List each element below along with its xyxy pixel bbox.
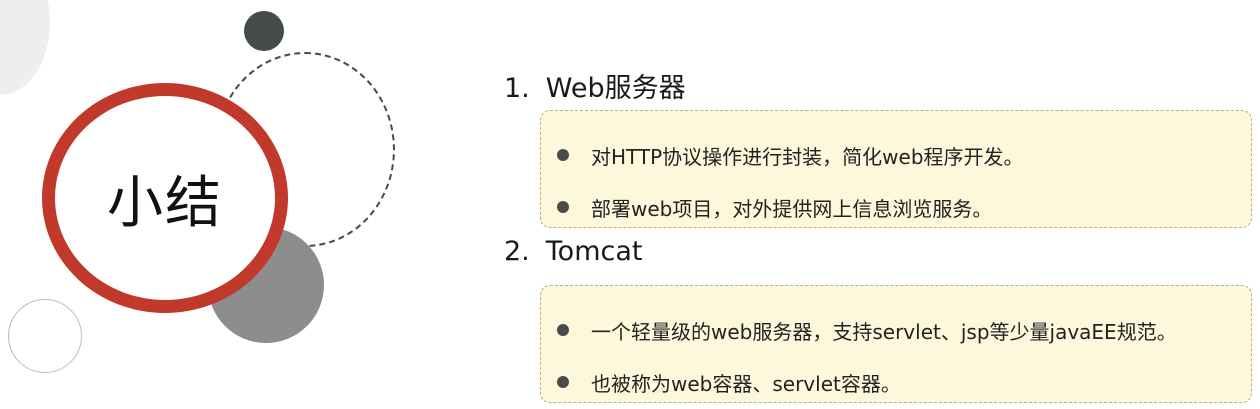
- list-item-text: 部署web项目，对外提供网上信息浏览服务。: [591, 196, 993, 221]
- section-heading-web-server: 1. Web服务器: [504, 66, 686, 105]
- summary-ring: 小结: [42, 83, 288, 313]
- section-box-tomcat: 一个轻量级的web服务器，支持servlet、jsp等少量javaEE规范。 也…: [540, 285, 1252, 403]
- list-item: 也被称为web容器、servlet容器。: [541, 356, 1251, 408]
- decorative-light-circle: [0, 0, 50, 95]
- section-number: 1.: [504, 73, 530, 104]
- bullet-dot-icon: [557, 324, 569, 336]
- decorative-dark-circle: [244, 11, 284, 51]
- list-item-text: 也被称为web容器、servlet容器。: [591, 371, 901, 396]
- decorative-outline-circle: [8, 299, 82, 373]
- section-number: 2.: [504, 236, 530, 267]
- bullet-dot-icon: [557, 376, 569, 388]
- bullet-dot-icon: [557, 149, 569, 161]
- section-title: Tomcat: [545, 236, 643, 267]
- list-item: 对HTTP协议操作进行封装，简化web程序开发。: [541, 129, 1251, 181]
- section-heading-tomcat: 2. Tomcat: [504, 236, 642, 267]
- list-item: 部署web项目，对外提供网上信息浏览服务。: [541, 181, 1251, 233]
- summary-title: 小结: [107, 170, 223, 236]
- bullet-dot-icon: [557, 201, 569, 213]
- section-title: Web服务器: [545, 73, 686, 104]
- list-item: 一个轻量级的web服务器，支持servlet、jsp等少量javaEE规范。: [541, 304, 1251, 356]
- section-box-web-server: 对HTTP协议操作进行封装，简化web程序开发。 部署web项目，对外提供网上信…: [540, 110, 1252, 228]
- list-item-text: 对HTTP协议操作进行封装，简化web程序开发。: [591, 144, 1024, 169]
- list-item-text: 一个轻量级的web服务器，支持servlet、jsp等少量javaEE规范。: [591, 319, 1177, 344]
